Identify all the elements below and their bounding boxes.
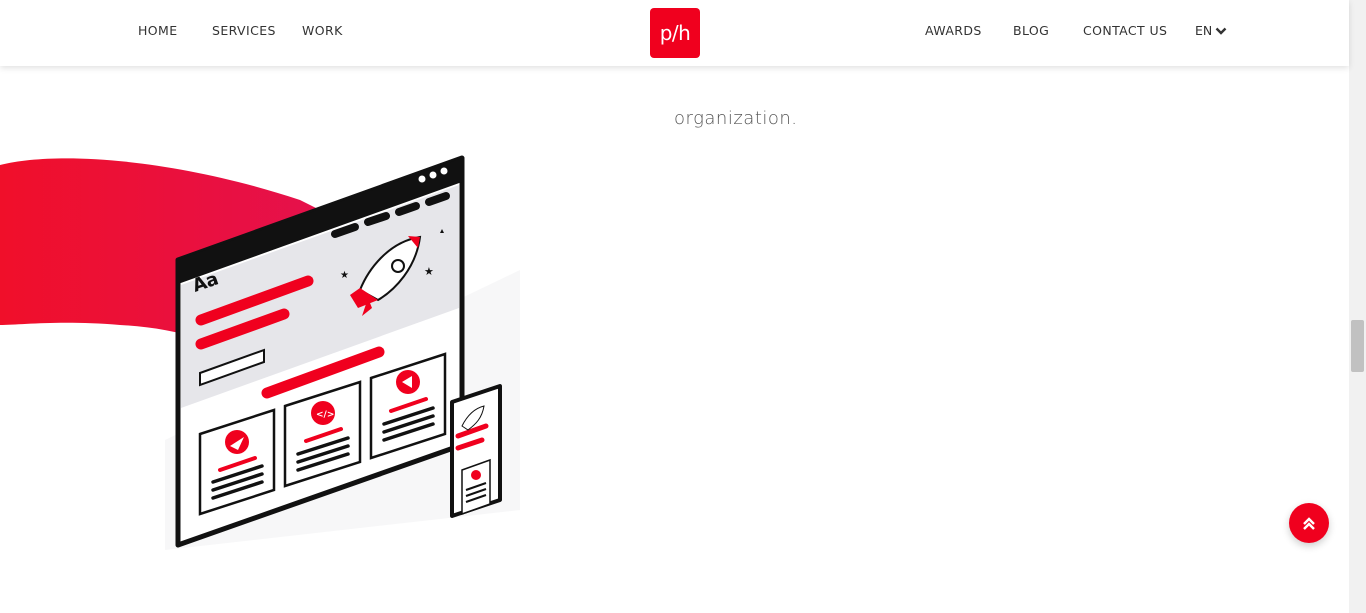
nav-contact-us[interactable]: CONTACT US (1083, 23, 1167, 39)
double-chevron-up-icon (1303, 517, 1315, 530)
logo-text: p/h (659, 21, 691, 45)
chevron-down-icon (1215, 27, 1227, 35)
svg-text:</>: </> (316, 410, 334, 420)
scroll-to-top-button[interactable] (1289, 503, 1329, 543)
site-header: HOME SERVICES WORK p/h AWARDS BLOG CONTA… (0, 0, 1349, 66)
website-illustration: Aa ★ ★ </> (0, 155, 520, 550)
nav-blog[interactable]: BLOG (1013, 23, 1049, 39)
scrollbar-track[interactable] (1349, 0, 1366, 613)
nav-services[interactable]: SERVICES (212, 23, 276, 39)
nav-work[interactable]: WORK (302, 23, 343, 39)
language-selector[interactable]: EN (1195, 23, 1227, 38)
scrollbar-thumb[interactable] (1351, 320, 1364, 372)
nav-awards[interactable]: AWARDS (925, 23, 982, 39)
nav-home[interactable]: HOME (138, 23, 178, 39)
phone-device (450, 384, 502, 518)
svg-text:★: ★ (340, 270, 349, 281)
logo[interactable]: p/h (650, 8, 700, 58)
svg-text:★: ★ (424, 266, 434, 278)
body-text: organization. (674, 108, 798, 129)
language-label: EN (1195, 23, 1213, 38)
